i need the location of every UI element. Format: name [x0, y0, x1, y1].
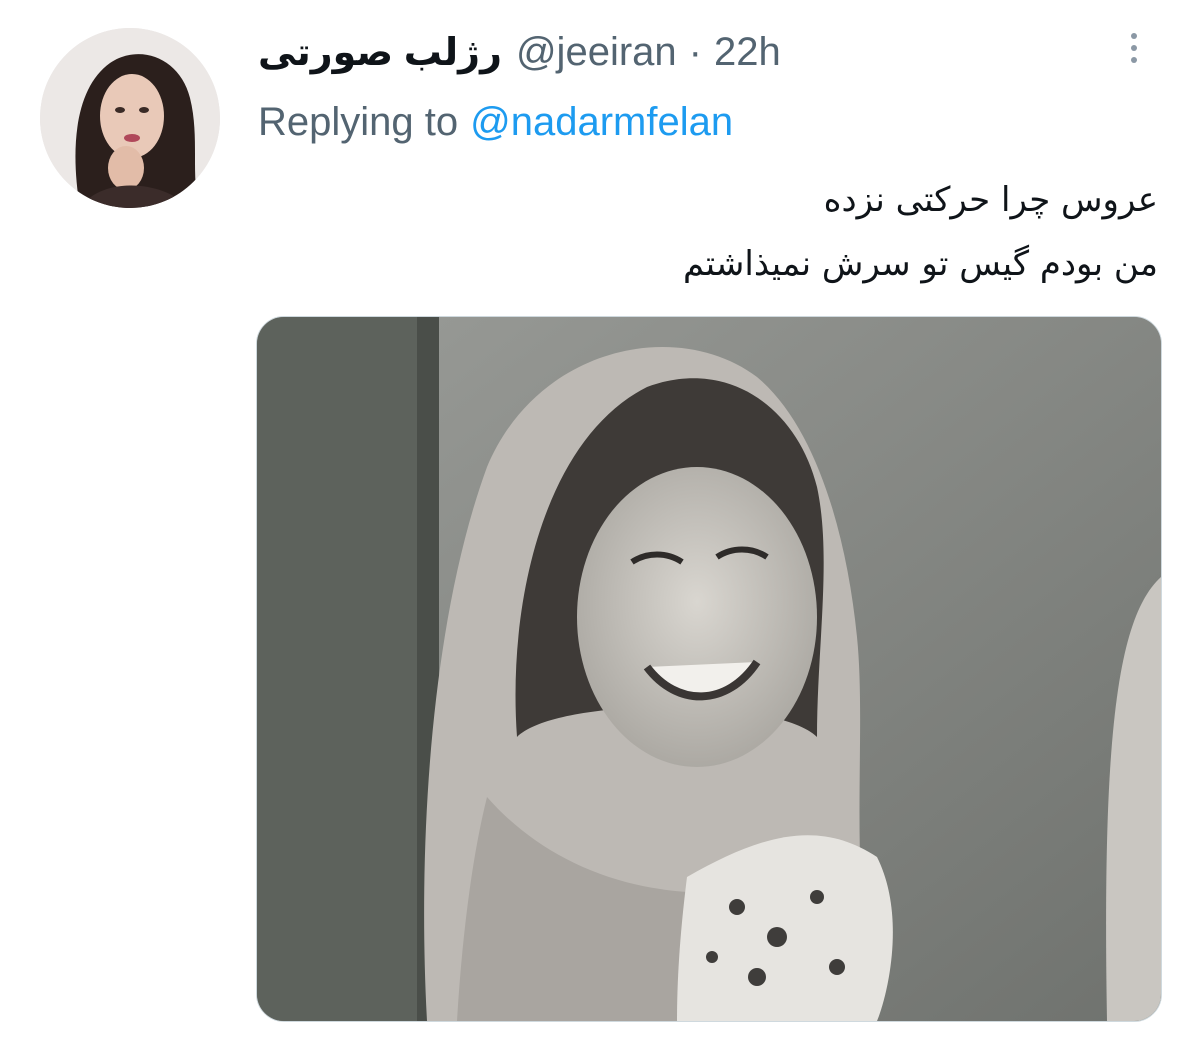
user-handle[interactable]: @jeeiran: [516, 30, 677, 75]
reply-target-link[interactable]: @nadarmfelan: [470, 100, 733, 145]
tweet-media-image[interactable]: [256, 316, 1162, 1022]
avatar[interactable]: [40, 28, 220, 208]
display-name[interactable]: رژلب صورتی: [258, 30, 502, 75]
separator-dot: ·: [688, 29, 702, 74]
tweet-text: عروس چرا حرکتی نزده من بودم گیس تو سرش ن…: [458, 168, 1158, 296]
more-vertical-icon[interactable]: [1120, 28, 1148, 68]
media-photo: [257, 317, 1161, 1021]
avatar-photo: [40, 28, 220, 208]
tweet-header: رژلب صورتی @jeeiran · 22h: [258, 24, 781, 80]
reply-context: Replying to @nadarmfelan: [258, 94, 733, 150]
tweet-text-line: عروس چرا حرکتی نزده: [823, 180, 1158, 220]
tweet-timestamp[interactable]: 22h: [714, 30, 781, 75]
reply-prefix: Replying to: [258, 99, 459, 144]
tweet-text-line: من بودم گیس تو سرش نمیذاشتم: [683, 244, 1158, 284]
